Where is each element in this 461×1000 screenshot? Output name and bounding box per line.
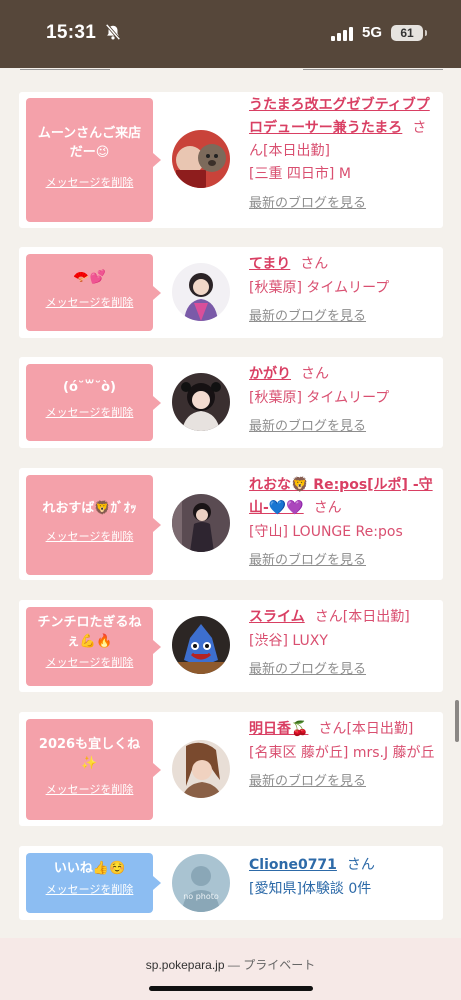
profile-info: Clione0771 さん [愛知県]体験談 0件 [249,854,437,901]
message-bubble: れおすば🦁ｶﾞｵｯ メッセージを削除 [26,475,161,575]
avatar[interactable] [172,494,230,552]
avatar[interactable] [172,130,230,188]
profile-name-link[interactable]: かがり [249,366,291,382]
attendance-badge: [本日出勤] [346,721,414,737]
delete-message-link[interactable]: メッセージを削除 [26,174,153,190]
message-bubble: ムーンさんご来店だー😉 メッセージを削除 [26,98,161,222]
cellular-signal-icon [331,27,353,41]
shop-location: [秋葉原] タイムリープ [249,390,390,406]
profile-name-link[interactable]: 明日香🍒 [249,721,308,737]
shop-location: [渋谷] LUXY [249,633,328,649]
previous-content-fragment [0,68,461,76]
avatar[interactable]: no photo [172,854,230,912]
list-item: 2026も宜しくね✨ メッセージを削除 明日香🍒 さん[本日出勤] [名東区 藤が… [19,712,443,826]
list-item: (ó˘꒳˘ò) メッセージを削除 かがり さん [秋葉原] タイムリープ 最新のブ… [19,357,443,448]
latest-blog-link[interactable]: 最新のブログを見る [249,192,437,215]
avatar[interactable] [172,373,230,431]
delete-message-link[interactable]: メッセージを削除 [26,294,153,310]
delete-message-link[interactable]: メッセージを削除 [26,404,153,420]
message-text: チンチロたぎるねぇ💪🔥 [37,615,142,649]
address-text[interactable]: sp.pokepara.jp — プライベート [0,956,461,973]
list-item: チンチロたぎるねぇ💪🔥 メッセージを削除 スライム さん[本日出勤] [渋谷] L… [19,600,443,692]
message-text: 2026も宜しくね✨ [38,737,141,771]
attendance-badge: [本日出勤] [263,143,330,159]
shop-location: [愛知県]体験談 0件 [249,881,372,897]
profile-info: 明日香🍒 さん[本日出勤] [名東区 藤が丘] mrs.J 藤が丘 最新のブログを… [249,718,437,793]
private-mode-label: プライベート [243,958,316,972]
honorific: さん [313,500,342,516]
delete-message-link[interactable]: メッセージを削除 [26,528,153,544]
message-bubble: (ó˘꒳˘ò) メッセージを削除 [26,364,161,441]
profile-info: てまり さん [秋葉原] タイムリープ 最新のブログを見る [249,253,437,328]
profile-name-link[interactable]: スライム [249,609,305,625]
profile-name-link[interactable]: Clione0771 [249,857,337,873]
avatar-photo [172,130,230,188]
avatar-photo [172,263,230,321]
list-item: ムーンさんご来店だー😉 メッセージを削除 うたまろ改エグゼブティブプロデューサー… [19,92,443,228]
shop-location: [秋葉原] タイムリープ [249,280,390,296]
no-photo-label: no photo [183,892,219,901]
profile-info: スライム さん[本日出勤] [渋谷] LUXY 最新のブログを見る [249,606,437,681]
delete-message-link[interactable]: メッセージを削除 [26,654,153,670]
message-text: (ó˘꒳˘ò) [63,380,116,395]
attendance-badge: [本日出勤] [342,609,410,625]
honorific: さん [301,366,329,382]
list-item: れおすば🦁ｶﾞｵｯ メッセージを削除 れおな🦁 Re:pos[ルポ] -守山-💙… [19,468,443,580]
bell-muted-icon [105,23,121,41]
message-text: いいね👍☺️ [53,861,126,876]
latest-blog-link[interactable]: 最新のブログを見る [249,305,437,328]
battery-level: 61 [400,26,414,40]
honorific: さん [346,857,375,873]
honorific: さん [300,256,329,272]
profile-info: れおな🦁 Re:pos[ルポ] -守山-💙💜 さん [守山] LOUNGE Re:… [249,474,437,572]
browser-address-bar[interactable]: sp.pokepara.jp — プライベート [0,938,461,1000]
domain: sp.pokepara.jp [145,958,225,972]
latest-blog-link[interactable]: 最新のブログを見る [249,415,437,438]
message-bubble: 2026も宜しくね✨ メッセージを削除 [26,719,161,820]
shop-location: [名東区 藤が丘] mrs.J 藤が丘 [249,745,435,761]
message-bubble: チンチロたぎるねぇ💪🔥 メッセージを削除 [26,607,161,686]
message-text: 🪭💕 [73,270,106,285]
profile-info: かがり さん [秋葉原] タイムリープ 最新のブログを見る [249,363,437,438]
avatar[interactable] [172,263,230,321]
profile-name-link[interactable]: てまり [249,256,290,272]
list-item: いいね👍☺️ メッセージを削除 no photo Clione0771 さん [愛… [19,846,443,920]
latest-blog-link[interactable]: 最新のブログを見る [249,658,437,681]
avatar[interactable] [172,616,230,674]
latest-blog-link[interactable]: 最新のブログを見る [249,770,437,793]
no-photo-avatar [172,854,230,912]
scrollbar[interactable] [455,700,459,742]
separator: — [227,958,240,972]
avatar-photo [172,740,230,798]
profile-name-link[interactable]: うたまろ改エグゼブティブプロデューサー兼うたまろ [249,97,430,136]
shop-location: [三重 四日市] M [249,166,351,182]
message-list[interactable]: ムーンさんご来店だー😉 メッセージを削除 うたまろ改エグゼブティブプロデューサー… [0,68,461,938]
profile-info: うたまろ改エグゼブティブプロデューサー兼うたまろ さん[本日出勤] [三重 四日市… [249,94,437,215]
avatar[interactable] [172,740,230,798]
message-bubble: 🪭💕 メッセージを削除 [26,254,161,331]
latest-blog-link[interactable]: 最新のブログを見る [249,549,437,572]
delete-message-link[interactable]: メッセージを削除 [26,781,153,797]
message-text: ムーンさんご来店だー😉 [37,126,142,160]
battery-icon: 61 [391,25,427,41]
avatar-photo [172,494,230,552]
message-text: れおすば🦁ｶﾞｵｯ [42,501,137,516]
avatar-photo [172,616,230,674]
message-bubble: いいね👍☺️ メッセージを削除 [26,853,161,913]
avatar-photo [172,373,230,431]
network-type: 5G [362,24,383,41]
status-bar: 15:31 5G 61 [0,0,461,68]
home-indicator[interactable] [149,986,313,991]
honorific: さん [318,721,347,737]
delete-message-link[interactable]: メッセージを削除 [26,881,153,897]
clock: 15:31 [46,22,97,43]
shop-location: [守山] LOUNGE Re:pos [249,524,403,540]
list-item: 🪭💕 メッセージを削除 てまり さん [秋葉原] タイムリープ 最新のブログを見る [19,247,443,338]
honorific: さん [314,609,343,625]
